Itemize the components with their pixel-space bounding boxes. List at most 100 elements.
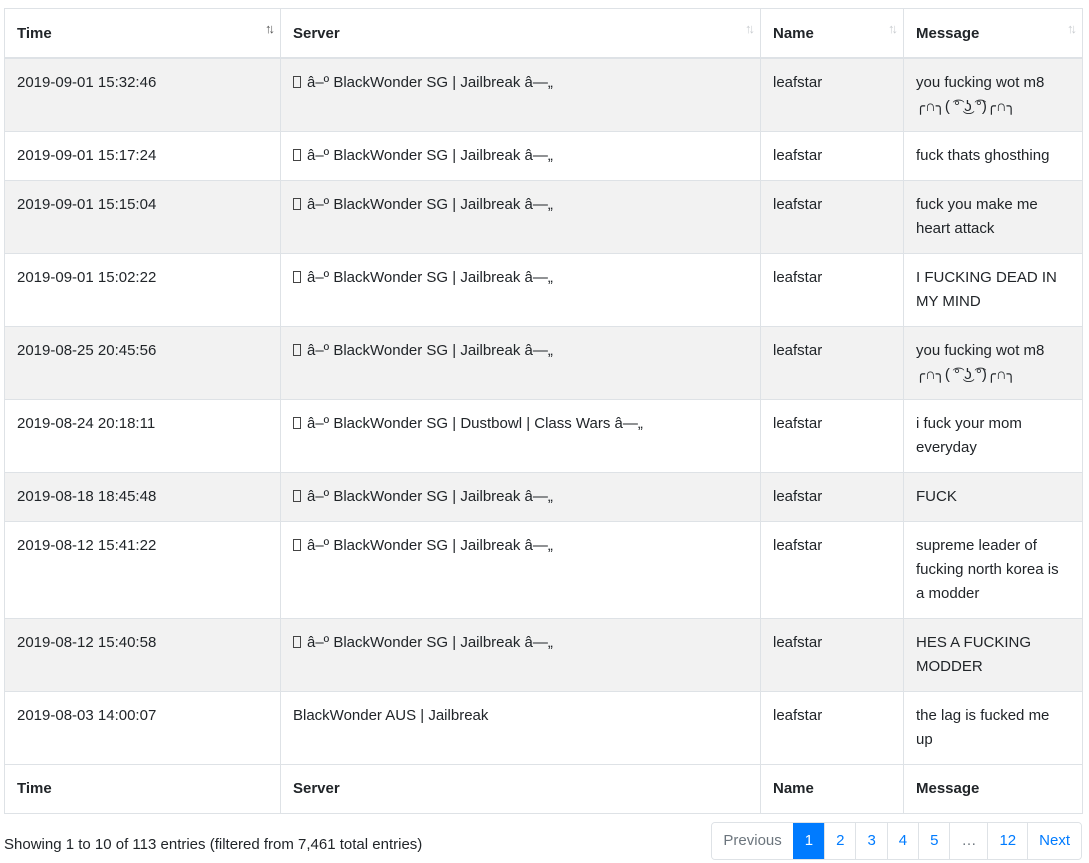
page-button-5[interactable]: 5	[918, 823, 950, 859]
page-button-12[interactable]: 12	[987, 823, 1028, 859]
log-table-container: Time ↑↓ Server ↑↓ Name ↑↓ Message ↑↓ 201…	[4, 8, 1083, 814]
cell-time: 2019-08-12 15:40:58	[4, 618, 281, 692]
chat-log-table: Time ↑↓ Server ↑↓ Name ↑↓ Message ↑↓ 201…	[4, 8, 1083, 814]
cell-time: 2019-09-01 15:15:04	[4, 180, 281, 254]
missing-glyph-icon	[293, 344, 301, 356]
pagination: Previous 1 2 3 4 5 … 12 Next	[711, 822, 1082, 860]
cell-server: â–º BlackWonder SG | Jailbreak â—„	[280, 253, 761, 327]
table-row: 2019-08-25 20:45:56 â–º BlackWonder SG | …	[4, 326, 1083, 400]
server-name: â–º BlackWonder SG | Dustbowl | Class Wa…	[307, 415, 643, 432]
cell-server: â–º BlackWonder SG | Jailbreak â—„	[280, 521, 761, 619]
server-name: â–º BlackWonder SG | Jailbreak â—„	[307, 342, 553, 359]
server-name: â–º BlackWonder SG | Jailbreak â—„	[307, 488, 553, 505]
missing-glyph-icon	[293, 149, 301, 161]
cell-server: â–º BlackWonder SG | Dustbowl | Class Wa…	[280, 399, 761, 473]
cell-server: BlackWonder AUS | Jailbreak	[280, 691, 761, 765]
table-row: 2019-09-01 15:15:04 â–º BlackWonder SG | …	[4, 180, 1083, 254]
cell-name: leafstar	[760, 618, 904, 692]
missing-glyph-icon	[293, 271, 301, 283]
cell-server: â–º BlackWonder SG | Jailbreak â—„	[280, 618, 761, 692]
sort-arrows-icon: ↑↓	[745, 21, 755, 36]
cell-name: leafstar	[760, 521, 904, 619]
cell-name: leafstar	[760, 472, 904, 522]
column-header-message[interactable]: Message ↑↓	[903, 8, 1083, 59]
column-header-time[interactable]: Time ↑↓	[4, 8, 281, 59]
column-header-label: Name	[773, 25, 814, 42]
cell-server: â–º BlackWonder SG | Jailbreak â—„	[280, 326, 761, 400]
cell-message: FUCK	[903, 472, 1083, 522]
table-header-row: Time ↑↓ Server ↑↓ Name ↑↓ Message ↑↓	[4, 8, 1083, 59]
footer-header-time: Time	[4, 764, 281, 814]
table-row: 2019-09-01 15:32:46 â–º BlackWonder SG | …	[4, 57, 1083, 132]
server-name: â–º BlackWonder SG | Jailbreak â—„	[307, 147, 553, 164]
cell-message: you fucking wot m8 ╭∩╮( ͡° ͜ʖ ͡°)╭∩╮	[903, 57, 1083, 132]
cell-time: 2019-08-25 20:45:56	[4, 326, 281, 400]
previous-page-button[interactable]: Previous	[712, 823, 793, 859]
server-name: â–º BlackWonder SG | Jailbreak â—„	[307, 196, 553, 213]
sort-arrows-icon: ↑↓	[888, 21, 898, 36]
cell-time: 2019-09-01 15:17:24	[4, 131, 281, 181]
cell-time: 2019-09-01 15:02:22	[4, 253, 281, 327]
cell-message: the lag is fucked me up	[903, 691, 1083, 765]
cell-name: leafstar	[760, 57, 904, 132]
next-page-button[interactable]: Next	[1027, 823, 1081, 859]
server-name: â–º BlackWonder SG | Jailbreak â—„	[307, 269, 553, 286]
cell-message: fuck you make me heart attack	[903, 180, 1083, 254]
footer-header-server: Server	[280, 764, 761, 814]
cell-name: leafstar	[760, 131, 904, 181]
cell-name: leafstar	[760, 399, 904, 473]
page-button-1[interactable]: 1	[792, 823, 825, 859]
table-row: 2019-09-01 15:17:24 â–º BlackWonder SG | …	[4, 131, 1083, 181]
cell-server: â–º BlackWonder SG | Jailbreak â—„	[280, 180, 761, 254]
cell-message: you fucking wot m8 ╭∩╮( ͡° ͜ʖ ͡°)╭∩╮	[903, 326, 1083, 400]
missing-glyph-icon	[293, 539, 301, 551]
missing-glyph-icon	[293, 76, 301, 88]
table-footer-row: Time Server Name Message	[4, 764, 1083, 814]
table-body: 2019-09-01 15:32:46 â–º BlackWonder SG | …	[4, 57, 1083, 765]
sort-arrows-icon: ↑↓	[1067, 21, 1077, 36]
cell-time: 2019-08-18 18:45:48	[4, 472, 281, 522]
column-header-label: Time	[17, 25, 52, 42]
cell-name: leafstar	[760, 180, 904, 254]
column-header-label: Message	[916, 25, 980, 42]
server-name: BlackWonder AUS | Jailbreak	[293, 707, 489, 724]
table-row: 2019-08-03 14:00:07 BlackWonder AUS | Jai…	[4, 691, 1083, 765]
table-row: 2019-08-12 15:41:22 â–º BlackWonder SG | …	[4, 521, 1083, 619]
cell-name: leafstar	[760, 691, 904, 765]
missing-glyph-icon	[293, 490, 301, 502]
table-row: 2019-09-01 15:02:22 â–º BlackWonder SG | …	[4, 253, 1083, 327]
table-footer-controls: Showing 1 to 10 of 113 entries (filtered…	[4, 820, 1082, 860]
column-header-server[interactable]: Server ↑↓	[280, 8, 761, 59]
missing-glyph-icon	[293, 198, 301, 210]
server-name: â–º BlackWonder SG | Jailbreak â—„	[307, 537, 553, 554]
server-name: â–º BlackWonder SG | Jailbreak â—„	[307, 634, 553, 651]
cell-server: â–º BlackWonder SG | Jailbreak â—„	[280, 472, 761, 522]
page-button-3[interactable]: 3	[855, 823, 887, 859]
table-row: 2019-08-18 18:45:48 â–º BlackWonder SG | …	[4, 472, 1083, 522]
page-ellipsis: …	[949, 823, 988, 859]
cell-message: i fuck your mom everyday	[903, 399, 1083, 473]
page-button-2[interactable]: 2	[824, 823, 856, 859]
footer-header-message: Message	[903, 764, 1083, 814]
cell-time: 2019-08-24 20:18:11	[4, 399, 281, 473]
cell-time: 2019-09-01 15:32:46	[4, 57, 281, 132]
cell-server: â–º BlackWonder SG | Jailbreak â—„	[280, 131, 761, 181]
table-row: 2019-08-12 15:40:58 â–º BlackWonder SG | …	[4, 618, 1083, 692]
sort-arrows-icon: ↑↓	[265, 21, 275, 36]
missing-glyph-icon	[293, 417, 301, 429]
cell-message: I FUCKING DEAD IN MY MIND	[903, 253, 1083, 327]
entries-info: Showing 1 to 10 of 113 entries (filtered…	[4, 836, 423, 853]
cell-server: â–º BlackWonder SG | Jailbreak â—„	[280, 57, 761, 132]
table-row: 2019-08-24 20:18:11 â–º BlackWonder SG | …	[4, 399, 1083, 473]
column-header-name[interactable]: Name ↑↓	[760, 8, 904, 59]
cell-message: HES A FUCKING MODDER	[903, 618, 1083, 692]
column-header-label: Server	[293, 25, 340, 42]
cell-time: 2019-08-12 15:41:22	[4, 521, 281, 619]
cell-message: fuck thats ghosthing	[903, 131, 1083, 181]
cell-message: supreme leader of fucking north korea is…	[903, 521, 1083, 619]
page-button-4[interactable]: 4	[886, 823, 919, 859]
cell-name: leafstar	[760, 253, 904, 327]
server-name: â–º BlackWonder SG | Jailbreak â—„	[307, 74, 553, 91]
footer-header-name: Name	[760, 764, 904, 814]
cell-time: 2019-08-03 14:00:07	[4, 691, 281, 765]
